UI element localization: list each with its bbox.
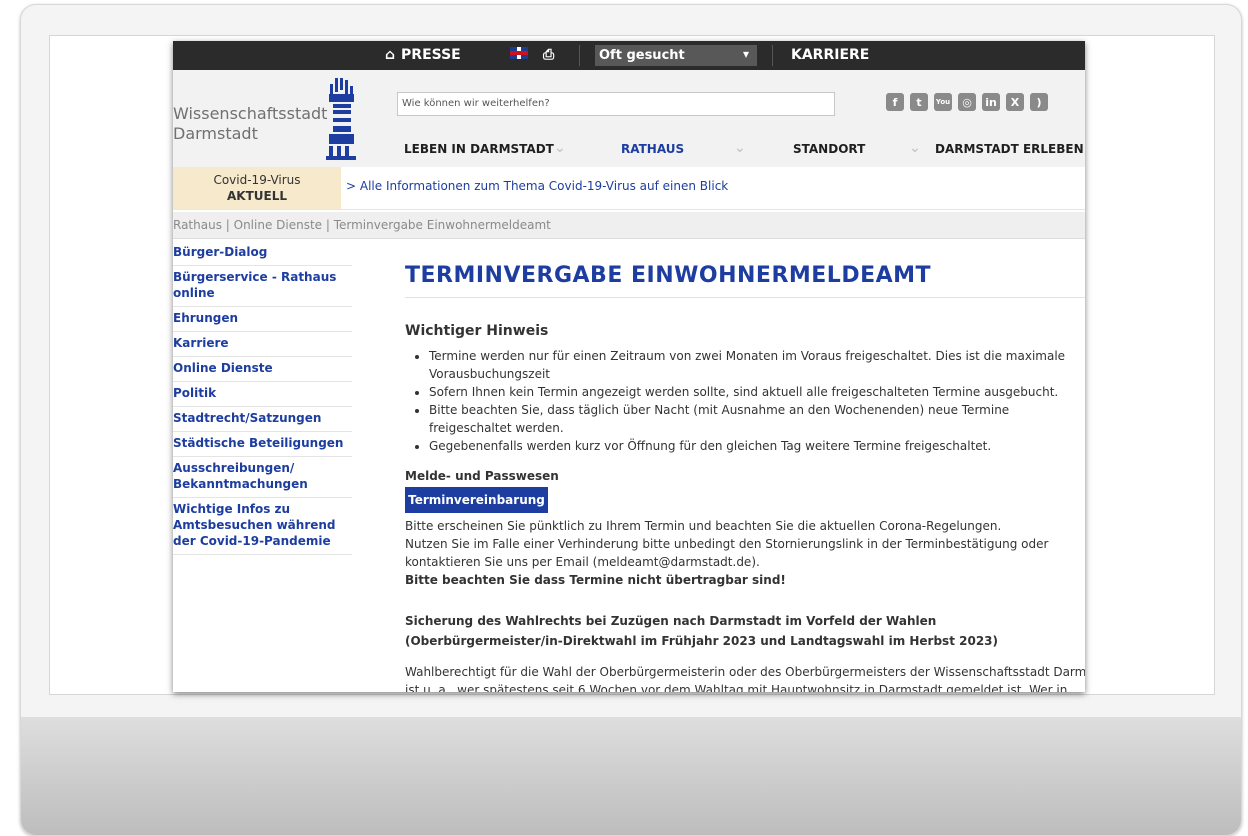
list-item: Termine werden nur für einen Zeitraum vo… [429, 347, 1079, 383]
presse-label[interactable]: PRESSE [401, 47, 461, 63]
sidebar: Bürger-Dialog Bürgerservice - Rathaus on… [173, 241, 352, 555]
search-input[interactable]: Wie können wir weiterhelfen? [397, 92, 835, 116]
facebook-icon[interactable]: f [886, 93, 904, 111]
youtube-icon[interactable]: You [934, 93, 952, 111]
title-divider [405, 297, 1085, 298]
hinweis-list: Termine werden nur für einen Zeitraum vo… [405, 347, 1079, 455]
para-line: Wahlberechtigt für die Wahl der Oberbürg… [405, 665, 1085, 679]
rss-icon[interactable]: ) [1030, 93, 1048, 111]
print-icon[interactable]: ⎙ [543, 47, 554, 63]
info-paragraph: Bitte erscheinen Sie pünktlich zu Ihrem … [405, 517, 1077, 589]
sidebar-item-politik[interactable]: Politik [173, 382, 352, 407]
topbar-divider [772, 45, 773, 66]
karriere-label[interactable]: KARRIERE [791, 47, 869, 63]
page-title: TERMINVERGABE EINWOHNERMELDEAMT [405, 263, 932, 288]
nav-rathaus[interactable]: RATHAUS [621, 142, 684, 156]
list-item: Bitte beachten Sie, dass täglich über Na… [429, 401, 1079, 437]
melde-heading: Melde- und Passwesen [405, 469, 559, 483]
logo-line-1: Wissenschaftsstadt [173, 104, 328, 123]
sidebar-item-online-dienste[interactable]: Online Dienste [173, 357, 352, 382]
para-warning: Bitte beachten Sie dass Termine nicht üb… [405, 573, 786, 587]
list-item: Gegebenenfalls werden kurz vor Öffnung f… [429, 437, 1079, 455]
home-icon[interactable]: ⌂ [385, 47, 395, 63]
sidebar-item-stadtrecht[interactable]: Stadtrecht/Satzungen [173, 407, 352, 432]
para-line: Nutzen Sie im Falle einer Verhinderung b… [405, 537, 1049, 569]
para-line: ist u. a., wer spätestens seit 6 Wochen … [405, 683, 1068, 692]
wahlrecht-heading: Sicherung des Wahlrechts bei Zuzügen nac… [405, 614, 998, 648]
para-line: Bitte erscheinen Sie pünktlich zu Ihrem … [405, 519, 1002, 533]
covid-banner: Covid-19-Virus AKTUELL > Alle Informatio… [173, 167, 1085, 210]
site-header: Wissenschaftsstadt Darmstadt Wie können … [173, 70, 1085, 168]
sidebar-item-covid-infos[interactable]: Wichtige Infos zu Amtsbesuchen während d… [173, 498, 352, 555]
nav-leben-in-darmstadt[interactable]: LEBEN IN DARMSTADT [404, 142, 554, 156]
breadcrumb[interactable]: Rathaus | Online Dienste | Terminvergabe… [173, 212, 1085, 239]
top-bar: ⌂ PRESSE ⎙ Oft gesucht ▾ KARRIERE [173, 41, 1085, 70]
chevron-down-icon: ▾ [742, 47, 749, 61]
social-icons: f t You ◎ in X ) [886, 93, 1048, 111]
twitter-icon[interactable]: t [910, 93, 928, 111]
xing-icon[interactable]: X [1006, 93, 1024, 111]
topbar-divider [579, 45, 580, 66]
covid-badge-line1: Covid-19-Virus [213, 173, 301, 187]
nav-darmstadt-erleben[interactable]: DARMSTADT ERLEBEN [935, 142, 1084, 156]
device-base [21, 717, 1241, 835]
oft-gesucht-select[interactable]: Oft gesucht ▾ [595, 45, 757, 66]
wahlrecht-paragraph: Wahlberechtigt für die Wahl der Oberbürg… [405, 663, 1085, 692]
sidebar-item-beteiligungen[interactable]: Städtische Beteiligungen [173, 432, 352, 457]
nav-standort[interactable]: STANDORT [793, 142, 865, 156]
sidebar-item-karriere[interactable]: Karriere [173, 332, 352, 357]
chevron-down-icon[interactable]: ⌄ [554, 140, 566, 156]
sidebar-item-ausschreibungen[interactable]: Ausschreibungen/ Bekanntmachungen [173, 457, 352, 498]
list-item: Sofern Ihnen kein Termin angezeigt werde… [429, 383, 1079, 401]
sidebar-item-buerger-dialog[interactable]: Bürger-Dialog [173, 241, 352, 266]
hinweis-heading: Wichtiger Hinweis [405, 323, 549, 339]
website-viewport: ⌂ PRESSE ⎙ Oft gesucht ▾ KARRIERE Wissen… [173, 41, 1085, 692]
logo-line-2: Darmstadt [173, 124, 258, 143]
terminvereinbarung-button[interactable]: Terminvereinbarung [405, 487, 548, 513]
instagram-icon[interactable]: ◎ [958, 93, 976, 111]
chevron-down-icon[interactable]: ⌄ [909, 140, 921, 156]
covid-badge-line2: AKTUELL [226, 189, 287, 203]
english-flag-icon[interactable] [510, 47, 528, 59]
sidebar-item-ehrungen[interactable]: Ehrungen [173, 307, 352, 332]
main-nav: LEBEN IN DARMSTADT ⌄ RATHAUS ⌄ STANDORT … [173, 140, 1085, 164]
chevron-down-icon[interactable]: ⌄ [734, 140, 746, 156]
linkedin-icon[interactable]: in [982, 93, 1000, 111]
presse-link[interactable]: ⌂ PRESSE [385, 47, 461, 63]
site-logo-text[interactable]: Wissenschaftsstadt Darmstadt [173, 104, 327, 144]
karriere-link[interactable]: KARRIERE [791, 47, 869, 63]
select-value: Oft gesucht [599, 48, 685, 63]
covid-badge: Covid-19-Virus AKTUELL [173, 167, 341, 209]
sidebar-item-buergerservice[interactable]: Bürgerservice - Rathaus online [173, 266, 352, 307]
covid-info-link[interactable]: > Alle Informationen zum Thema Covid-19-… [346, 179, 728, 193]
